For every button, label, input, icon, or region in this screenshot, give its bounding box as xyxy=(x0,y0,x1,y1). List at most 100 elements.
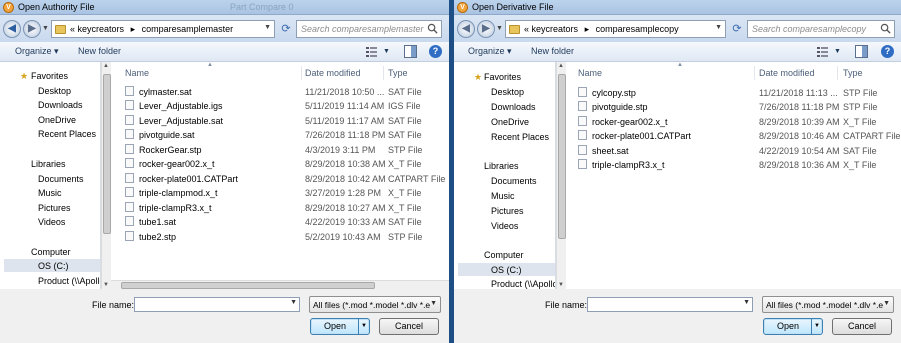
back-arrow-icon[interactable]: ◀ xyxy=(457,20,475,38)
file-type-select[interactable]: All files (*.mod *.model *.dlv *.e ▼ xyxy=(762,296,894,313)
nav-item-os-c[interactable]: OS (C:) xyxy=(38,261,69,271)
file-name[interactable]: tube2.stp xyxy=(139,232,176,242)
nav-item-downloads[interactable]: Downloads xyxy=(38,100,83,110)
nav-header-computer[interactable]: Computer xyxy=(31,247,71,257)
open-split-dropdown-icon[interactable]: ▼ xyxy=(811,319,822,334)
column-header-name[interactable]: Name xyxy=(125,68,149,78)
nav-header-computer[interactable]: Computer xyxy=(484,250,524,260)
nav-item-videos[interactable]: Videos xyxy=(491,221,518,231)
nav-header-libraries[interactable]: Libraries xyxy=(484,161,519,171)
navigation-scrollbar[interactable]: ▲ ▼ xyxy=(556,62,566,289)
view-options-icon[interactable] xyxy=(817,46,831,57)
cancel-button[interactable]: Cancel xyxy=(832,318,892,335)
refresh-icon[interactable]: ⟳ xyxy=(280,23,292,35)
file-name[interactable]: triple-clampR3.x_t xyxy=(592,160,665,170)
forward-arrow-icon[interactable]: ▶ xyxy=(23,20,41,38)
scroll-thumb[interactable] xyxy=(121,282,375,289)
nav-header-favorites[interactable]: Favorites xyxy=(31,71,68,81)
organize-button[interactable]: Organize ▾ xyxy=(468,46,512,57)
forward-arrow-icon[interactable]: ▶ xyxy=(477,20,495,38)
file-name[interactable]: cylcopy.stp xyxy=(592,88,636,98)
chevron-down-icon[interactable]: ▼ xyxy=(290,299,297,306)
nav-item-desktop[interactable]: Desktop xyxy=(38,86,71,96)
cancel-button[interactable]: Cancel xyxy=(379,318,439,335)
nav-item-downloads[interactable]: Downloads xyxy=(491,102,536,112)
file-name[interactable]: triple-clampmod.x_t xyxy=(139,188,218,198)
nav-item-pictures[interactable]: Pictures xyxy=(38,203,71,213)
nav-item-product-drive[interactable]: Product (\\Apollo xyxy=(38,276,100,286)
nav-item-os-c[interactable]: OS (C:) xyxy=(491,265,522,275)
nav-header-libraries[interactable]: Libraries xyxy=(31,159,66,169)
search-input[interactable]: Search comparesamplecopy xyxy=(747,20,895,38)
nav-item-desktop[interactable]: Desktop xyxy=(491,87,524,97)
file-name[interactable]: pivotguide.sat xyxy=(139,130,195,140)
address-bar[interactable]: « keycreators ▸ comparesamplemaster ▼ xyxy=(51,20,275,38)
nav-item-videos[interactable]: Videos xyxy=(38,217,65,227)
file-name[interactable]: pivotguide.stp xyxy=(592,102,648,112)
open-button[interactable]: Open ▼ xyxy=(763,318,823,335)
chevron-down-icon[interactable]: ▼ xyxy=(743,299,750,306)
breadcrumb-item[interactable]: keycreators xyxy=(78,24,125,34)
address-bar[interactable]: « keycreators ▸ comparesamplecopy ▼ xyxy=(505,20,726,38)
nav-item-music[interactable]: Music xyxy=(38,188,62,198)
history-dropdown-icon[interactable]: ▼ xyxy=(42,25,49,32)
view-dropdown-icon[interactable]: ▼ xyxy=(834,48,841,55)
organize-button[interactable]: Organize ▾ xyxy=(15,46,59,57)
file-name[interactable]: tube1.sat xyxy=(139,217,176,227)
help-icon[interactable]: ? xyxy=(881,45,894,58)
file-name[interactable]: rocker-gear002.x_t xyxy=(592,117,668,127)
nav-item-recent-places[interactable]: Recent Places xyxy=(491,132,549,142)
horizontal-scrollbar[interactable] xyxy=(111,280,449,289)
new-folder-button[interactable]: New folder xyxy=(531,46,574,56)
navigation-scrollbar[interactable]: ▲ ▼ xyxy=(101,62,111,289)
column-header-date[interactable]: Date modified xyxy=(759,68,815,78)
address-dropdown-icon[interactable]: ▼ xyxy=(264,24,271,31)
history-dropdown-icon[interactable]: ▼ xyxy=(496,25,503,32)
refresh-icon[interactable]: ⟳ xyxy=(731,23,743,35)
nav-item-product-drive[interactable]: Product (\\Apollo xyxy=(491,279,555,289)
file-name-field[interactable]: ▼ xyxy=(587,297,753,312)
breadcrumb-item[interactable]: comparesamplecopy xyxy=(596,24,679,34)
nav-item-music[interactable]: Music xyxy=(491,191,515,201)
view-options-icon[interactable] xyxy=(366,46,380,57)
preview-pane-icon[interactable] xyxy=(855,45,868,58)
breadcrumb-item[interactable]: comparesamplemaster xyxy=(142,24,234,34)
breadcrumb-item[interactable]: keycreators xyxy=(532,24,579,34)
view-dropdown-icon[interactable]: ▼ xyxy=(383,48,390,55)
help-icon[interactable]: ? xyxy=(429,45,442,58)
preview-pane-icon[interactable] xyxy=(404,45,417,58)
nav-item-pictures[interactable]: Pictures xyxy=(491,206,524,216)
file-name[interactable]: triple-clampR3.x_t xyxy=(139,203,212,213)
file-name[interactable]: rocker-gear002.x_t xyxy=(139,159,215,169)
nav-header-favorites[interactable]: Favorites xyxy=(484,72,521,82)
file-name[interactable]: sheet.sat xyxy=(592,146,629,156)
file-name[interactable]: rocker-plate001.CATPart xyxy=(592,131,691,141)
column-header-name[interactable]: Name xyxy=(578,68,602,78)
search-input[interactable]: Search comparesamplemaster xyxy=(296,20,442,38)
nav-item-recent-places[interactable]: Recent Places xyxy=(38,129,96,139)
scroll-thumb[interactable] xyxy=(558,74,566,239)
title-bar[interactable]: V Open Derivative File xyxy=(454,0,901,15)
new-folder-button[interactable]: New folder xyxy=(78,46,121,56)
open-split-dropdown-icon[interactable]: ▼ xyxy=(358,319,369,334)
file-name[interactable]: rocker-plate001.CATPart xyxy=(139,174,238,184)
nav-item-onedrive[interactable]: OneDrive xyxy=(491,117,529,127)
nav-item-documents[interactable]: Documents xyxy=(38,174,84,184)
file-name[interactable]: RockerGear.stp xyxy=(139,145,202,155)
address-dropdown-icon[interactable]: ▼ xyxy=(715,24,722,31)
file-name[interactable]: cylmaster.sat xyxy=(139,87,192,97)
nav-item-onedrive[interactable]: OneDrive xyxy=(38,115,76,125)
file-type-select[interactable]: All files (*.mod *.model *.dlv *.e ▼ xyxy=(309,296,441,313)
navigation-pane: ★ Favorites Desktop Downloads OneDrive R… xyxy=(0,62,101,289)
title-bar[interactable]: V Open Authority File Part Compare 0 xyxy=(0,0,449,15)
file-name[interactable]: Lever_Adjustable.igs xyxy=(139,101,223,111)
file-name-field[interactable]: ▼ xyxy=(134,297,300,312)
column-header-type[interactable]: Type xyxy=(843,68,863,78)
column-header-type[interactable]: Type xyxy=(388,68,408,78)
file-name[interactable]: Lever_Adjustable.sat xyxy=(139,116,223,126)
column-header-date[interactable]: Date modified xyxy=(305,68,361,78)
open-button[interactable]: Open ▼ xyxy=(310,318,370,335)
back-arrow-icon[interactable]: ◀ xyxy=(3,20,21,38)
scroll-thumb[interactable] xyxy=(103,74,111,234)
nav-item-documents[interactable]: Documents xyxy=(491,176,537,186)
